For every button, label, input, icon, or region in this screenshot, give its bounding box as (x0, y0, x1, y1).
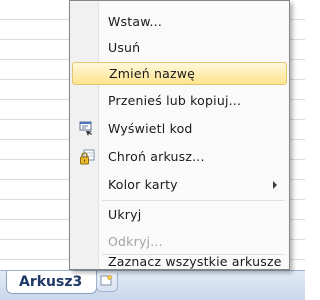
menu-item-delete[interactable]: Usuń (72, 36, 287, 59)
menu-item-label: Wyświetl kod (108, 121, 193, 136)
sheet-tab-label: Arkusz3 (19, 274, 83, 290)
submenu-arrow-icon (273, 181, 277, 189)
menu-item-view-code[interactable]: Wyświetl kod (72, 117, 287, 140)
menu-item-move-or-copy[interactable]: Przenieś lub kopiuj... (72, 89, 287, 112)
insert-worksheet-icon (100, 275, 112, 286)
menu-item-tab-color[interactable]: Kolor karty (72, 173, 287, 196)
view-code-icon (79, 121, 92, 136)
menu-item-label: Usuń (108, 40, 141, 55)
protect-sheet-icon (80, 149, 95, 165)
menu-item-rename[interactable]: Zmień nazwę (72, 62, 287, 85)
menu-item-protect-sheet[interactable]: Chroń arkusz... (72, 145, 287, 168)
menu-item-select-all-sheets[interactable]: Zaznacz wszystkie arkusze (72, 254, 287, 269)
menu-separator (102, 200, 285, 201)
menu-item-label: Przenieś lub kopiuj... (108, 93, 242, 108)
sheet-tab-arkusz3[interactable]: Arkusz3 (6, 271, 98, 294)
menu-item-label: Zaznacz wszystkie arkusze (108, 254, 282, 269)
menu-item-hide[interactable]: Ukryj (72, 203, 287, 226)
menu-item-label: Ukryj (108, 207, 142, 222)
menu-item-insert[interactable]: Wstaw... (72, 10, 287, 33)
menu-item-label: Wstaw... (108, 14, 163, 29)
menu-item-label: Zmień nazwę (109, 66, 196, 81)
menu-item-label: Kolor karty (108, 177, 178, 192)
sheet-tab-bar: Arkusz3 (0, 270, 305, 300)
menu-item-label: Chroń arkusz... (108, 149, 205, 164)
insert-worksheet-button[interactable] (96, 273, 118, 292)
sheet-tab-context-menu: Wstaw... Usuń Zmień nazwę Przenieś lub k… (69, 0, 290, 270)
